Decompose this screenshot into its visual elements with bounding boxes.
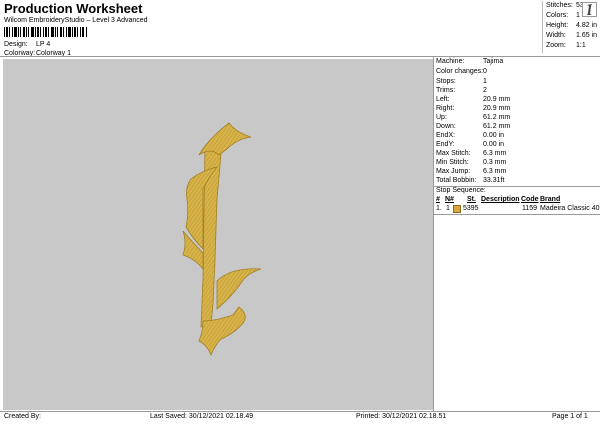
last-saved: Last Saved: 30/12/2021 02.18.49 <box>150 413 254 420</box>
info-value: 61.2 mm <box>483 123 511 130</box>
summary-value: 1 <box>576 12 580 19</box>
panel-divider <box>433 57 434 411</box>
info-value: 61.2 mm <box>483 114 511 121</box>
stop-sequence-heading: Stop Sequence: <box>436 187 486 194</box>
info-value: 0.00 in <box>483 132 505 139</box>
embroidery-letter <box>182 122 262 357</box>
row-stitches: 5395 <box>463 205 479 212</box>
info-value: 33.31ft <box>483 177 505 184</box>
printed-date: Printed: 30/12/2021 02.18.51 <box>356 413 447 420</box>
table-divider <box>434 214 600 215</box>
thread-color-swatch <box>453 205 461 213</box>
row-brand: Madeira Classic 40 <box>540 205 600 212</box>
summary-value: 1:1 <box>576 42 586 49</box>
info-label: Trims: <box>436 87 456 94</box>
info-label: Down: <box>436 123 456 130</box>
row-needle: 1 <box>446 205 450 212</box>
row-code: 1159 <box>522 205 538 212</box>
row-number: 1. <box>436 205 442 212</box>
info-value: Tajima <box>483 58 504 65</box>
design-label: Design: <box>4 41 28 48</box>
summary-label: Colors: <box>546 12 569 19</box>
summary-label: Width: <box>546 32 566 39</box>
column-header: Description <box>481 196 520 203</box>
info-label: Up: <box>436 114 447 121</box>
column-header: N# <box>445 196 454 203</box>
software-subtitle: Wilcom EmbroideryStudio – Level 3 Advanc… <box>4 17 148 24</box>
summary-label: Height: <box>546 22 569 29</box>
page-number: Page 1 of 1 <box>552 413 588 420</box>
info-value: 6.3 mm <box>483 168 507 175</box>
info-value: 1 <box>483 78 487 85</box>
footer-divider <box>0 411 600 412</box>
column-header: Code <box>521 196 539 203</box>
info-label: Left: <box>436 96 450 103</box>
design-thumbnail-icon <box>582 2 597 17</box>
info-label: Machine: <box>436 58 465 65</box>
summary-value: 1.65 in <box>576 32 598 39</box>
info-label: Stops: <box>436 78 456 85</box>
column-header: St. <box>467 196 476 203</box>
summary-label: Zoom: <box>546 42 566 49</box>
info-label: Right: <box>436 105 455 112</box>
info-label: Min Stitch: <box>436 159 469 166</box>
info-value: 0 <box>483 68 487 75</box>
created-by: Created By: <box>4 413 41 420</box>
info-value: 20.9 mm <box>483 96 511 103</box>
info-label: Total Bobbin: <box>436 177 477 184</box>
summary-label: Stitches: <box>546 2 573 9</box>
column-header: # <box>436 196 440 203</box>
design-preview <box>3 59 433 410</box>
info-label: EndY: <box>436 141 455 148</box>
info-label: Max Stitch: <box>436 150 471 157</box>
page-title: Production Worksheet <box>4 1 143 16</box>
column-header: Brand <box>540 196 561 203</box>
info-label: Color changes: <box>436 68 484 75</box>
info-value: 2 <box>483 87 487 94</box>
info-value: 6.3 mm <box>483 150 507 157</box>
design-value: LP 4 <box>36 41 51 48</box>
info-value: 0.00 in <box>483 141 505 148</box>
barcode <box>4 27 87 37</box>
summary-divider <box>542 1 544 53</box>
info-label: EndX: <box>436 132 456 139</box>
summary-value: 4.82 in <box>576 22 598 29</box>
header-divider <box>0 56 600 57</box>
info-value: 20.9 mm <box>483 105 511 112</box>
info-value: 0.3 mm <box>483 159 507 166</box>
info-label: Max Jump: <box>436 168 471 175</box>
